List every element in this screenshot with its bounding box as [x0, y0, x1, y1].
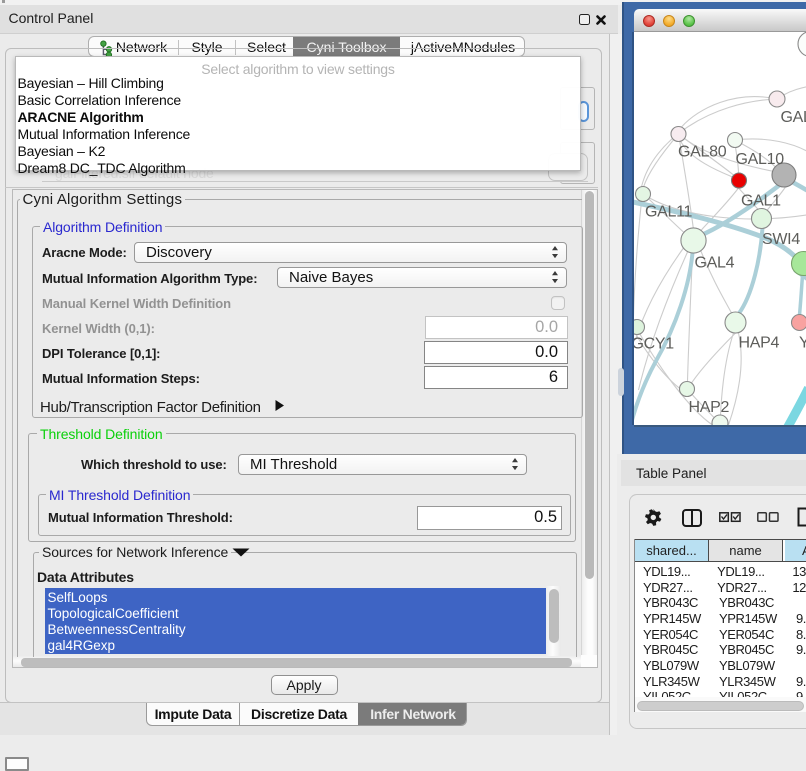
- svg-text:GAL1: GAL1: [741, 193, 781, 210]
- svg-text:GAL11: GAL11: [645, 204, 693, 221]
- svg-text:YJ: YJ: [799, 335, 806, 352]
- svg-text:GAL80: GAL80: [678, 144, 727, 161]
- svg-text:GAL7: GAL7: [780, 109, 806, 126]
- svg-text:GAL4: GAL4: [694, 255, 734, 272]
- svg-text:HAP4: HAP4: [738, 335, 779, 352]
- svg-text:GAL10: GAL10: [735, 151, 784, 168]
- svg-text:HAP2: HAP2: [688, 399, 729, 416]
- svg-text:GCY1: GCY1: [634, 336, 674, 353]
- svg-text:SWI4: SWI4: [762, 231, 800, 248]
